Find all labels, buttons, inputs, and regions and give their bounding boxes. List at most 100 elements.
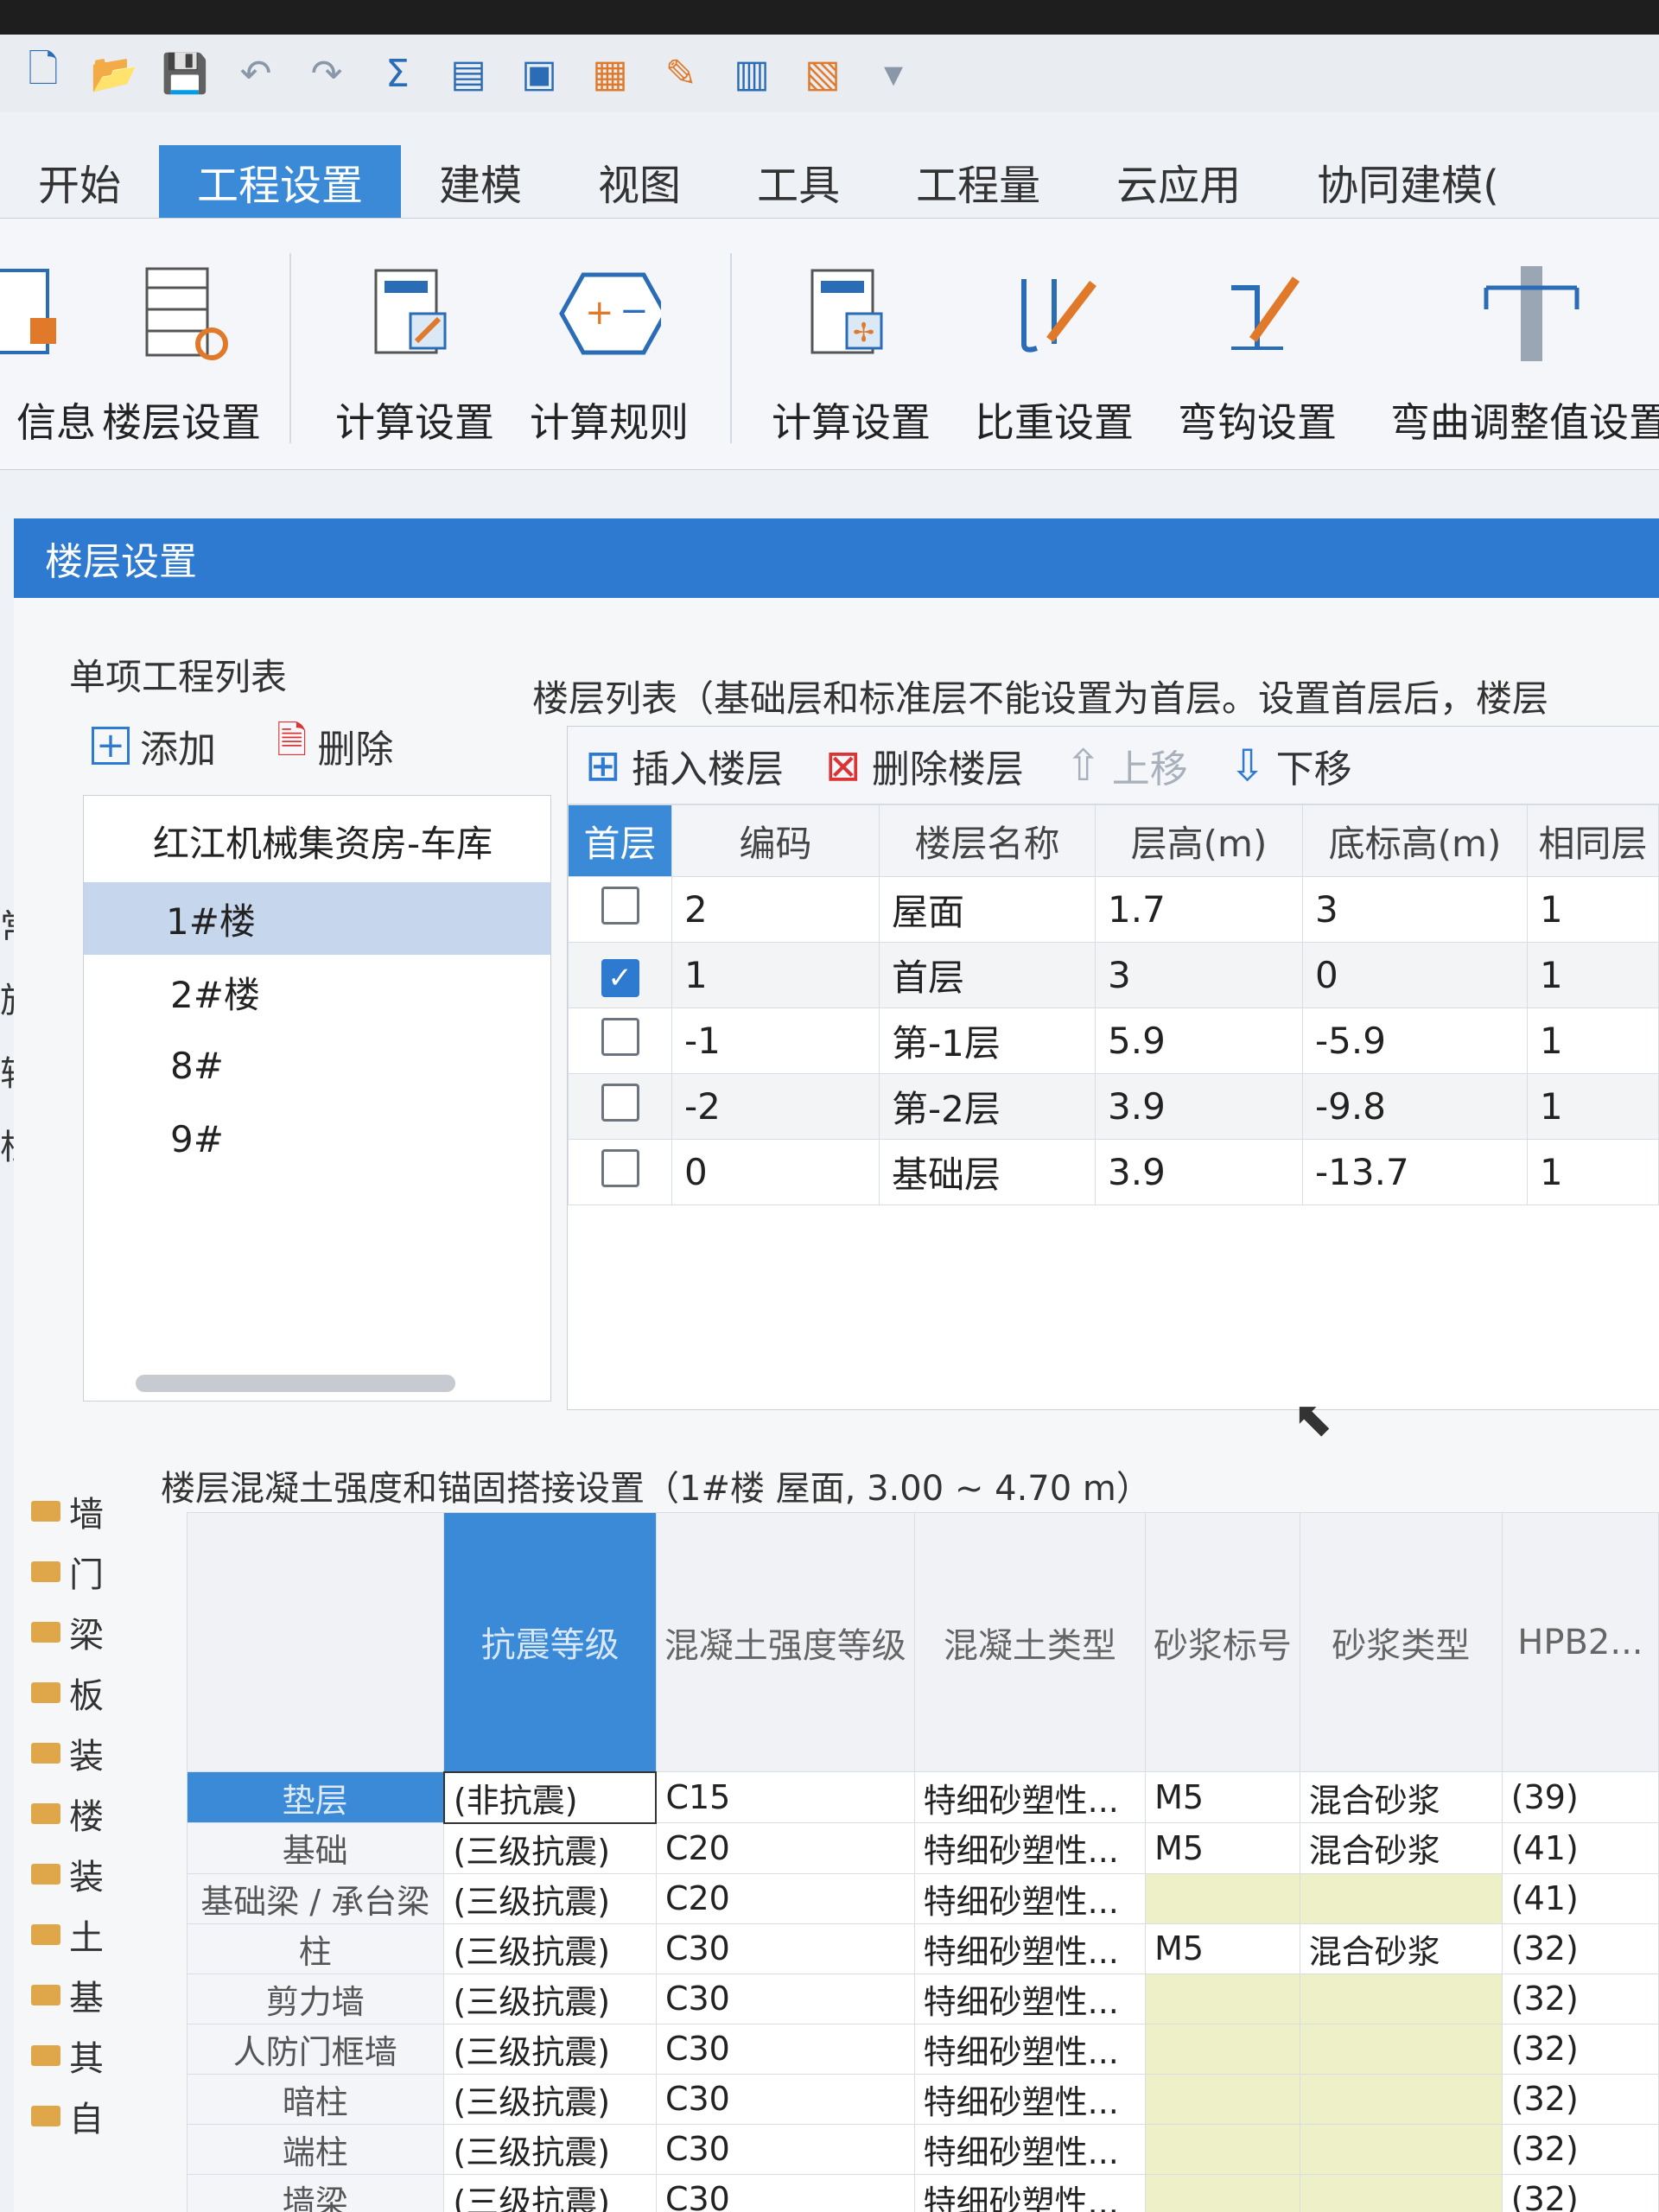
bend-adjust-settings-button[interactable]: 弯曲调整值设置 <box>1390 227 1659 469</box>
export-icon[interactable]: ▧ <box>798 49 847 98</box>
row-header[interactable]: 垫层 <box>186 1771 445 1823</box>
table-row[interactable]: -2 第-2层 3.9 -9.8 1 <box>568 1073 1659 1140</box>
table-cell[interactable]: C20 <box>655 1872 915 1924</box>
table-cell[interactable]: (非抗震) <box>442 1770 658 1824</box>
list-item[interactable]: 红江机械集资房-车库 <box>84 804 550 877</box>
table-cell[interactable]: 特细砂塑性... <box>913 2023 1147 2075</box>
add-button[interactable]: + 添加 <box>92 713 216 778</box>
dropdown-icon[interactable]: ▾ <box>869 49 918 98</box>
table-cell[interactable] <box>1299 1872 1503 1924</box>
open-folder-icon[interactable]: 📂 <box>90 49 138 98</box>
grid-icon[interactable]: ▥ <box>728 49 776 98</box>
table-cell[interactable]: 3.9 <box>1095 1073 1303 1140</box>
list-item[interactable]: 2#楼 <box>84 956 550 1028</box>
table-cell[interactable]: C30 <box>655 2173 915 2212</box>
list-item[interactable]: 9# <box>84 1103 550 1175</box>
table-cell[interactable]: -1 <box>671 1007 880 1074</box>
rebar-calc-settings-button[interactable]: ✢ 计算设置 <box>760 227 942 469</box>
table-cell[interactable]: C30 <box>655 2073 915 2125</box>
table-cell[interactable]: (41) <box>1501 1872 1659 1924</box>
table-cell[interactable] <box>1299 2173 1503 2212</box>
table-cell[interactable] <box>1299 1973 1503 2024</box>
table-row[interactable]: 垫层 (非抗震) C15 特细砂塑性... M5 混合砂浆 (39) <box>186 1770 1659 1824</box>
table-row[interactable]: ✓ 1 首层 3 0 1 <box>568 942 1659 1008</box>
table-cell[interactable]: 特细砂塑性... <box>913 2173 1147 2212</box>
tab-cloud[interactable]: 云应用 <box>1078 145 1279 218</box>
new-file-icon[interactable]: 🗋 <box>19 48 67 98</box>
table-cell[interactable]: 特细砂塑性... <box>913 1973 1147 2024</box>
redo-icon[interactable]: ↷ <box>302 49 351 98</box>
table-row[interactable]: 端柱 (三级抗震) C30 特细砂塑性... (32) <box>186 2123 1659 2175</box>
table-cell[interactable]: (39) <box>1501 1771 1659 1823</box>
table-cell[interactable]: 1.7 <box>1095 876 1303 943</box>
table-row[interactable]: 墙梁 (三级抗震) C30 特细砂塑性... (32) <box>186 2173 1659 2212</box>
table-cell[interactable]: (32) <box>1501 2123 1659 2175</box>
tab-quantity[interactable]: 工程量 <box>878 145 1078 218</box>
column-header[interactable]: 相同层 <box>1527 804 1659 877</box>
table-cell[interactable] <box>1145 2073 1300 2125</box>
table-cell[interactable]: C30 <box>655 1923 915 1974</box>
tree-item[interactable]: 板 <box>31 1668 104 1718</box>
table-cell[interactable]: 2 <box>671 876 880 943</box>
delete-floor-button[interactable]: ⊠ 删除楼层 <box>825 738 1024 793</box>
calc-settings-button[interactable]: 计算设置 <box>324 227 505 469</box>
tree-item[interactable]: 自 <box>31 2091 104 2141</box>
tree-item[interactable]: 土 <box>31 1910 104 1960</box>
tab-modeling[interactable]: 建模 <box>401 145 560 218</box>
table-row[interactable]: 暗柱 (三级抗震) C30 特细砂塑性... (32) <box>186 2073 1659 2125</box>
first-floor-checkbox[interactable] <box>601 886 639 925</box>
horizontal-scrollbar[interactable] <box>136 1375 455 1392</box>
table-cell[interactable]: (32) <box>1501 2073 1659 2125</box>
first-floor-checkbox[interactable]: ✓ <box>601 958 639 997</box>
table-cell[interactable]: (41) <box>1501 1822 1659 1874</box>
table-cell[interactable]: 第-1层 <box>879 1007 1096 1074</box>
table-cell[interactable]: 首层 <box>879 942 1096 1008</box>
table-cell[interactable]: 特细砂塑性... <box>913 2123 1147 2175</box>
row-header[interactable]: 人防门框墙 <box>186 2023 445 2075</box>
table-cell[interactable]: 特细砂塑性... <box>913 1872 1147 1924</box>
table-cell[interactable]: C30 <box>655 1973 915 2024</box>
calc-rules-button[interactable]: + − 计算规则 <box>518 227 700 469</box>
table-cell[interactable] <box>1145 1973 1300 2024</box>
column-header[interactable]: 楼层名称 <box>879 804 1096 877</box>
list-item[interactable]: 1#楼 <box>84 882 550 955</box>
row-header[interactable]: 剪力墙 <box>186 1973 445 2024</box>
tree-item[interactable]: 基 <box>31 1970 104 2020</box>
table-cell[interactable]: 特细砂塑性... <box>913 1822 1147 1874</box>
table-row[interactable]: 0 基础层 3.9 -13.7 1 <box>568 1139 1659 1205</box>
column-header[interactable]: 混凝土类型 <box>913 1512 1147 1772</box>
first-floor-checkbox[interactable] <box>601 1083 639 1122</box>
first-floor-checkbox[interactable] <box>601 1148 639 1187</box>
floor-settings-button[interactable]: 楼层设置 <box>91 227 272 469</box>
table-cell[interactable]: 混合砂浆 <box>1299 1771 1503 1823</box>
column-header[interactable]: 首层 <box>568 804 672 877</box>
table-cell[interactable]: M5 <box>1145 1771 1300 1823</box>
table-cell[interactable]: 屋面 <box>879 876 1096 943</box>
table-cell[interactable] <box>1145 2023 1300 2075</box>
tab-tools[interactable]: 工具 <box>719 145 878 218</box>
row-header[interactable]: 暗柱 <box>186 2073 445 2125</box>
table-cell[interactable]: 5.9 <box>1095 1007 1303 1074</box>
table-cell[interactable]: 1 <box>1527 942 1659 1008</box>
table-cell[interactable]: 特细砂塑性... <box>913 1923 1147 1974</box>
table-cell[interactable]: 第-2层 <box>879 1073 1096 1140</box>
tab-project-settings[interactable]: 工程设置 <box>159 145 402 218</box>
insert-floor-button[interactable]: ⊞ 插入楼层 <box>585 738 784 793</box>
table-cell[interactable]: (32) <box>1501 2023 1659 2075</box>
table-cell[interactable]: 1 <box>671 942 880 1008</box>
table-cell[interactable]: 混合砂浆 <box>1299 1923 1503 1974</box>
tree-item[interactable]: 装 <box>31 1849 104 1899</box>
table-row[interactable]: -1 第-1层 5.9 -5.9 1 <box>568 1007 1659 1074</box>
table-row[interactable]: 2 屋面 1.7 3 1 <box>568 876 1659 943</box>
table-cell[interactable]: -9.8 <box>1302 1073 1528 1140</box>
view-icon[interactable]: ▣ <box>515 49 563 98</box>
table-cell[interactable]: (32) <box>1501 2173 1659 2212</box>
sum-icon[interactable]: Σ <box>373 49 422 98</box>
column-header[interactable]: 底标高(m) <box>1302 804 1528 877</box>
table-cell[interactable]: 0 <box>1302 942 1528 1008</box>
table-cell[interactable]: M5 <box>1145 1923 1300 1974</box>
column-header[interactable]: 编码 <box>671 804 880 877</box>
edit-icon[interactable]: ✎ <box>657 49 705 98</box>
table-cell[interactable]: (三级抗震) <box>443 1822 657 1874</box>
row-header[interactable]: 墙梁 <box>186 2173 445 2212</box>
